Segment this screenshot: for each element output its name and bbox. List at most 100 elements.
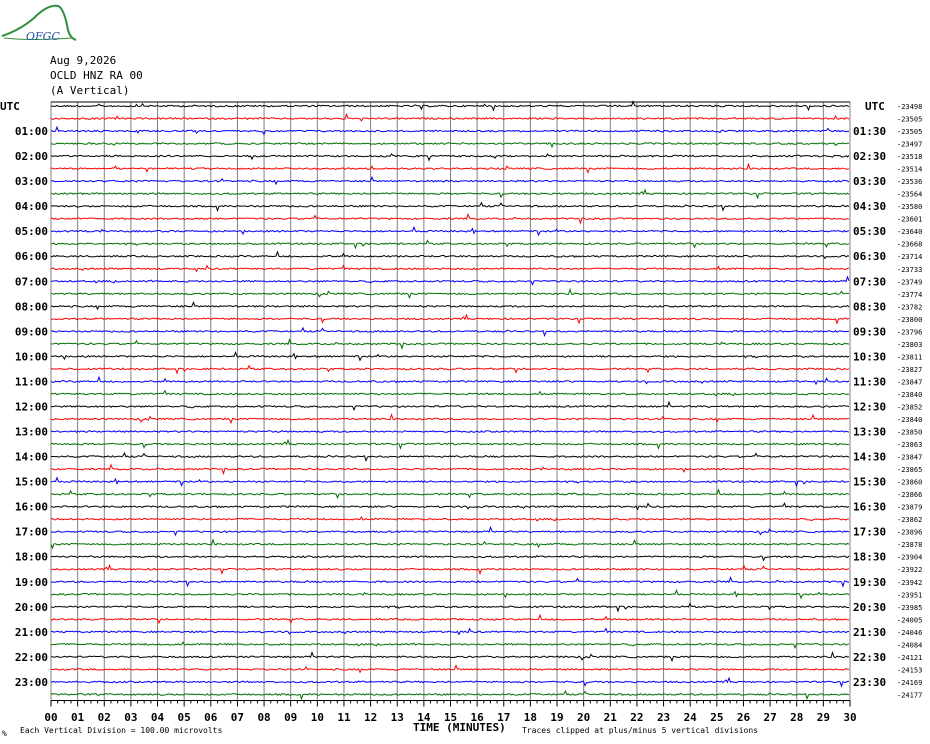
hour-label: 21:00 bbox=[15, 626, 48, 639]
trace-offset-label: -23714 bbox=[897, 253, 922, 261]
trace-offset-label: -23564 bbox=[897, 191, 922, 199]
trace-offset-label: -23796 bbox=[897, 328, 922, 336]
trace-offset-label: -23862 bbox=[897, 516, 922, 524]
hour-label: 15:00 bbox=[15, 476, 48, 489]
x-tick-label: 23 bbox=[657, 711, 670, 724]
x-tick-label: 07 bbox=[231, 711, 244, 724]
trace-offset-label: -24177 bbox=[897, 691, 922, 699]
x-tick-label: 27 bbox=[763, 711, 776, 724]
trace-offset-label: -23850 bbox=[897, 429, 922, 437]
corner-mark: % bbox=[2, 729, 7, 738]
trace-offset-label: -23863 bbox=[897, 441, 922, 449]
half-hour-label: 07:30 bbox=[853, 275, 886, 288]
hour-label: 06:00 bbox=[15, 250, 48, 263]
x-tick-label: 00 bbox=[44, 711, 57, 724]
half-hour-label: 19:30 bbox=[853, 576, 886, 589]
trace-offset-label: -23840 bbox=[897, 416, 922, 424]
half-hour-label: 05:30 bbox=[853, 225, 886, 238]
trace-offset-label: -23985 bbox=[897, 604, 922, 612]
half-hour-label: 18:30 bbox=[853, 551, 886, 564]
trace-offset-label: -24121 bbox=[897, 654, 922, 662]
trace-offset-label: -23733 bbox=[897, 266, 922, 274]
hour-label: 16:00 bbox=[15, 501, 48, 514]
x-tick-label: 09 bbox=[284, 711, 297, 724]
trace-offset-label: -23811 bbox=[897, 353, 922, 361]
half-hour-label: 01:30 bbox=[853, 125, 886, 138]
x-axis-title: TIME (MINUTES) bbox=[413, 721, 506, 734]
hour-label: 04:00 bbox=[15, 200, 48, 213]
trace-offset-label: -24153 bbox=[897, 666, 922, 674]
x-tick-label: 29 bbox=[817, 711, 830, 724]
trace-offset-label: -23860 bbox=[897, 479, 922, 487]
half-hour-label: 15:30 bbox=[853, 476, 886, 489]
trace-offset-label: -23803 bbox=[897, 341, 922, 349]
half-hour-label: 10:30 bbox=[853, 350, 886, 363]
trace-offset-label: -23865 bbox=[897, 466, 922, 474]
x-tick-label: 18 bbox=[524, 711, 537, 724]
x-tick-label: 04 bbox=[151, 711, 165, 724]
trace-offset-label: -23800 bbox=[897, 316, 922, 324]
trace-offset-label: -23879 bbox=[897, 504, 922, 512]
half-hour-label: 12:30 bbox=[853, 400, 886, 413]
hour-label: 08:00 bbox=[15, 300, 48, 313]
trace-offset-label: -23951 bbox=[897, 591, 922, 599]
half-hour-label: 09:30 bbox=[853, 325, 886, 338]
hour-label: 03:00 bbox=[15, 175, 48, 188]
trace-offset-label: -23601 bbox=[897, 216, 922, 224]
hour-label: 19:00 bbox=[15, 576, 48, 589]
x-tick-label: 08 bbox=[257, 711, 270, 724]
hour-label: 05:00 bbox=[15, 225, 48, 238]
trace-offset-label: -23922 bbox=[897, 566, 922, 574]
x-tick-label: 10 bbox=[311, 711, 324, 724]
hour-label: 14:00 bbox=[15, 451, 48, 464]
x-tick-label: 03 bbox=[124, 711, 137, 724]
trace-offset-label: -24046 bbox=[897, 629, 922, 637]
x-tick-label: 25 bbox=[710, 711, 723, 724]
hour-label: 09:00 bbox=[15, 325, 48, 338]
trace-offset-label: -23840 bbox=[897, 391, 922, 399]
trace-offset-label: -23498 bbox=[897, 103, 922, 111]
hour-label: 10:00 bbox=[15, 350, 48, 363]
trace-offset-label: -23749 bbox=[897, 278, 922, 286]
half-hour-label: 13:30 bbox=[853, 426, 886, 439]
trace-offset-label: -23878 bbox=[897, 541, 922, 549]
hour-label: 23:00 bbox=[15, 676, 48, 689]
trace-offset-label: -23942 bbox=[897, 579, 922, 587]
trace-offset-label: -23505 bbox=[897, 116, 922, 124]
trace-offset-label: -23827 bbox=[897, 366, 922, 374]
x-tick-label: 28 bbox=[790, 711, 803, 724]
half-hour-label: 17:30 bbox=[853, 526, 886, 539]
trace-offset-label: -24169 bbox=[897, 679, 922, 687]
x-tick-label: 21 bbox=[604, 711, 618, 724]
hour-label: 18:00 bbox=[15, 551, 48, 564]
trace-offset-label: -23505 bbox=[897, 128, 922, 136]
trace-offset-label: -23847 bbox=[897, 454, 922, 462]
hour-label: 13:00 bbox=[15, 426, 48, 439]
trace-offset-label: -24084 bbox=[897, 641, 922, 649]
half-hour-label: 20:30 bbox=[853, 601, 886, 614]
half-hour-label: 21:30 bbox=[853, 626, 886, 639]
x-tick-label: 12 bbox=[364, 711, 377, 724]
half-hour-label: 08:30 bbox=[853, 300, 886, 313]
trace-offset-label: -23580 bbox=[897, 203, 922, 211]
trace-offset-label: -23497 bbox=[897, 141, 922, 149]
x-tick-label: 22 bbox=[630, 711, 643, 724]
hour-label: 17:00 bbox=[15, 526, 48, 539]
hour-label: 02:00 bbox=[15, 150, 48, 163]
trace-offset-label: -23847 bbox=[897, 378, 922, 386]
x-tick-label: 30 bbox=[843, 711, 856, 724]
scale-note: Each Vertical Division = 100.00 microvol… bbox=[20, 726, 223, 735]
hour-label: 07:00 bbox=[15, 275, 48, 288]
hour-label: 11:00 bbox=[15, 375, 48, 388]
x-tick-label: 05 bbox=[178, 711, 191, 724]
half-hour-label: 16:30 bbox=[853, 501, 886, 514]
x-tick-label: 20 bbox=[577, 711, 590, 724]
trace-offset-label: -23514 bbox=[897, 166, 922, 174]
trace-offset-label: -23640 bbox=[897, 228, 922, 236]
right-utc-label: UTC bbox=[865, 100, 885, 113]
half-hour-label: 04:30 bbox=[853, 200, 886, 213]
x-tick-label: 19 bbox=[550, 711, 563, 724]
half-hour-label: 14:30 bbox=[853, 451, 886, 464]
x-tick-label: 13 bbox=[391, 711, 404, 724]
half-hour-label: 02:30 bbox=[853, 150, 886, 163]
